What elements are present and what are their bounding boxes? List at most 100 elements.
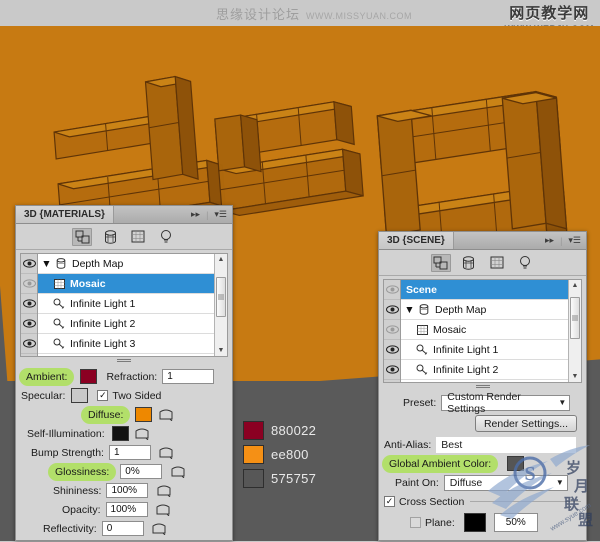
lights-icon[interactable]	[515, 254, 535, 272]
tree-item-infinite-light-2[interactable]: Infinite Light 2	[401, 360, 568, 380]
tab-3d-scene[interactable]: 3D {SCENE}	[379, 232, 454, 249]
anti-alias-dropdown[interactable]: Best	[436, 436, 577, 453]
tree-item-mosaic[interactable]: Mosaic	[401, 320, 568, 340]
plane-color-swatch[interactable]	[463, 513, 486, 532]
opacity-row[interactable]: Opacity: 100%	[21, 501, 227, 518]
specular-row[interactable]: Specular: ✓ Two Sided	[21, 387, 227, 404]
scrollbar-track[interactable]	[569, 291, 581, 371]
tree-item-infinite-light-1[interactable]: Infinite Light 1	[401, 340, 568, 360]
tree-item-mosaic[interactable]: Mosaic	[38, 274, 214, 294]
panel-menu-icon[interactable]: ▾☰	[568, 235, 581, 246]
tab-3d-materials[interactable]: 3D {MATERIALS}	[16, 206, 114, 223]
materials-properties[interactable]: Ambient: Refraction: 1 Specular: ✓ Two S…	[16, 364, 232, 542]
scene-tree-scrollbar[interactable]: ▲ ▼	[568, 280, 581, 382]
scene-icon[interactable]	[430, 253, 451, 272]
eye-icon[interactable]	[21, 294, 37, 314]
cross-section-checkbox[interactable]: ✓	[384, 496, 395, 507]
glossiness-texture-menu-icon[interactable]	[170, 464, 186, 479]
panel-resize-grip[interactable]	[379, 383, 586, 390]
reflectivity-texture-menu-icon[interactable]	[152, 521, 168, 536]
global-ambient-color-row[interactable]: Global Ambient Color:	[379, 455, 581, 472]
eye-icon[interactable]	[384, 320, 400, 340]
ambient-row[interactable]: Ambient: Refraction: 1	[21, 368, 227, 385]
diffuse-row[interactable]: Diffuse:	[21, 406, 227, 423]
render-settings-row[interactable]: Render Settings...	[384, 413, 581, 434]
scene-panel[interactable]: 3D {SCENE} ▸▸ | ▾☰ Scene ▼ Depth Map Mos…	[378, 231, 587, 541]
self-illumination-row[interactable]: Self-Illumination:	[21, 425, 227, 442]
opacity-texture-menu-icon[interactable]	[156, 502, 172, 517]
panel-menu-icon[interactable]: ▾☰	[214, 209, 227, 220]
panel-controls[interactable]: ▸▸ | ▾☰	[186, 206, 232, 223]
scroll-up-icon[interactable]: ▲	[218, 254, 225, 265]
eye-icon[interactable]	[384, 340, 400, 360]
self-illumination-color-swatch[interactable]	[111, 426, 129, 441]
scroll-up-icon[interactable]: ▲	[572, 280, 579, 291]
scroll-down-icon[interactable]: ▼	[572, 371, 579, 382]
collapse-icon[interactable]: ▸▸	[191, 209, 200, 220]
tree-item-infinite-light-3[interactable]: Infinite Light 3	[38, 334, 214, 354]
eye-icon[interactable]	[21, 314, 37, 334]
shininess-texture-menu-icon[interactable]	[156, 483, 172, 498]
eye-icon[interactable]	[21, 254, 37, 274]
scene-properties[interactable]: Preset: Custom Render Settings ▼ Render …	[379, 390, 586, 538]
reflectivity-row[interactable]: Reflectivity: 0	[21, 520, 227, 537]
collapse-icon[interactable]: ▸▸	[545, 235, 554, 246]
diffuse-color-swatch[interactable]	[135, 407, 153, 422]
tree-item-infinite-light-2[interactable]: Infinite Light 2	[38, 314, 214, 334]
render-settings-button[interactable]: Render Settings...	[474, 415, 577, 432]
scene-iconbar[interactable]	[379, 250, 586, 276]
plane-row[interactable]: ✓ Plane: 50%	[384, 512, 581, 533]
materials-panel[interactable]: 3D {MATERIALS} ▸▸ | ▾☰ ▼ Depth Map Mosai…	[15, 205, 233, 541]
tree-item-depth-map[interactable]: ▼ Depth Map	[401, 300, 568, 320]
shininess-row[interactable]: Shininess: 100%	[21, 482, 227, 499]
twirl-down-icon[interactable]: ▼	[403, 304, 416, 316]
diffuse-texture-menu-icon[interactable]	[158, 407, 174, 422]
lights-icon[interactable]	[156, 228, 176, 246]
opacity-input[interactable]: 100%	[105, 502, 148, 517]
materials-tree-rows[interactable]: ▼ Depth Map Mosaic Infinite Light 1 Infi…	[38, 254, 214, 356]
tree-item-depth-map[interactable]: ▼ Depth Map	[38, 254, 214, 274]
self-illumination-texture-menu-icon[interactable]	[135, 426, 151, 441]
materials-tree-scrollbar[interactable]: ▲ ▼	[214, 254, 227, 356]
visibility-column[interactable]	[21, 254, 38, 356]
shininess-input[interactable]: 100%	[106, 483, 149, 498]
bump-texture-menu-icon[interactable]	[159, 445, 175, 460]
eye-icon[interactable]	[21, 334, 37, 354]
eye-icon[interactable]	[384, 280, 400, 300]
bump-strength-input[interactable]: 1	[108, 445, 151, 460]
panel-resize-grip[interactable]	[16, 357, 232, 364]
visibility-column[interactable]	[384, 280, 401, 382]
two-sided-checkbox[interactable]: ✓	[97, 390, 109, 401]
refraction-input[interactable]: 1	[162, 369, 215, 384]
mesh-icon[interactable]	[100, 228, 120, 246]
tree-item-infinite-light-1[interactable]: Infinite Light 1	[38, 294, 214, 314]
materials-icon[interactable]	[487, 254, 507, 272]
scene-icon[interactable]	[72, 227, 92, 246]
glossiness-input[interactable]: 0%	[120, 464, 163, 479]
materials-panel-tabbar[interactable]: 3D {MATERIALS} ▸▸ | ▾☰	[16, 206, 232, 224]
ambient-color-swatch[interactable]	[80, 369, 98, 384]
scrollbar-thumb[interactable]	[216, 277, 226, 317]
scroll-down-icon[interactable]: ▼	[218, 345, 225, 356]
scene-tree[interactable]: Scene ▼ Depth Map Mosaic Infinite Light	[383, 279, 582, 383]
scene-tree-rows[interactable]: Scene ▼ Depth Map Mosaic Infinite Light	[401, 280, 568, 382]
specular-color-swatch[interactable]	[71, 388, 89, 403]
eye-icon[interactable]	[384, 300, 400, 320]
eye-icon[interactable]	[384, 360, 400, 380]
materials-icon[interactable]	[128, 228, 148, 246]
cross-section-row[interactable]: ✓ Cross Section	[384, 493, 581, 510]
materials-tree[interactable]: ▼ Depth Map Mosaic Infinite Light 1 Infi…	[20, 253, 228, 357]
paint-on-dropdown[interactable]: Diffuse ▼	[443, 474, 568, 491]
scrollbar-thumb[interactable]	[570, 297, 580, 339]
reflectivity-input[interactable]: 0	[101, 521, 144, 536]
eye-icon[interactable]	[21, 274, 37, 294]
materials-iconbar[interactable]	[16, 224, 232, 250]
bump-strength-row[interactable]: Bump Strength: 1	[21, 444, 227, 461]
tree-item-scene[interactable]: Scene	[401, 280, 568, 300]
twirl-down-icon[interactable]: ▼	[40, 258, 53, 270]
glossiness-row[interactable]: Glossiness: 0%	[21, 463, 227, 480]
anti-alias-row[interactable]: Anti-Alias: Best	[384, 436, 581, 453]
plane-checkbox[interactable]: ✓	[410, 517, 421, 528]
preset-row[interactable]: Preset: Custom Render Settings ▼	[384, 391, 581, 415]
panel-controls[interactable]: ▸▸ | ▾☰	[540, 232, 586, 249]
